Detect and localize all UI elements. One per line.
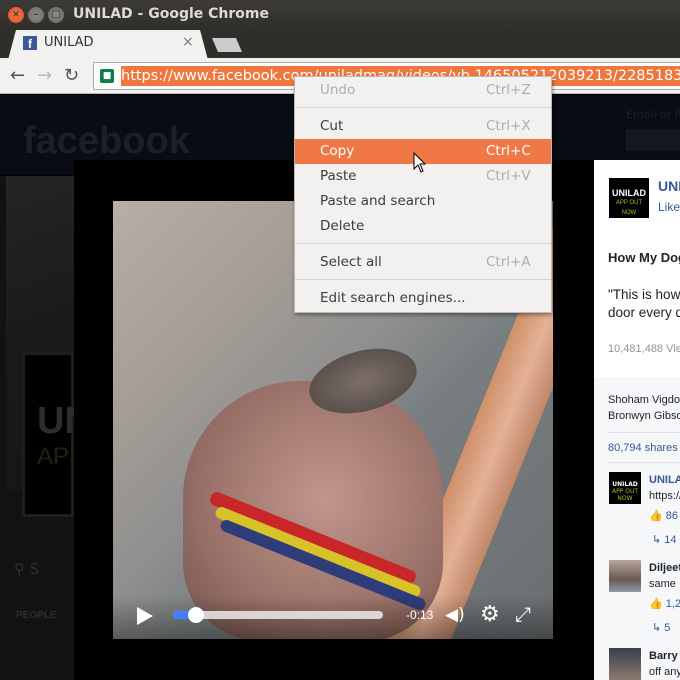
divider: [608, 462, 680, 463]
menu-item-select-all[interactable]: Select all Ctrl+A: [295, 250, 551, 275]
tab-strip: f UNILAD ×: [0, 30, 680, 60]
video-title: How My Dog Opens The Door: [608, 250, 680, 265]
reply-arrow-icon: ↳: [652, 534, 662, 546]
close-icon: ×: [11, 9, 21, 20]
menu-shortcut: Ctrl+C: [486, 143, 531, 159]
comment-replies[interactable]: ↳ 14: [652, 533, 677, 546]
avatar-text: UNILAD: [612, 188, 646, 198]
menu-label: Copy: [320, 143, 355, 159]
menu-label: Select all: [320, 254, 382, 270]
time-remaining: -0:13: [406, 608, 434, 622]
liker-name[interactable]: Shoham Vigdor: [608, 392, 680, 408]
menu-item-undo[interactable]: Undo Ctrl+Z: [295, 78, 551, 103]
tab-close-icon[interactable]: ×: [182, 34, 194, 50]
thumbs-up-icon: 👍: [649, 510, 663, 522]
window-maximize-button[interactable]: □: [48, 7, 64, 23]
menu-shortcut: Ctrl+A: [486, 254, 531, 270]
comment-text: off any: [649, 666, 680, 678]
menu-label: Paste and search: [320, 193, 436, 209]
people-label: PEOPLE: [16, 610, 57, 621]
tab-label: UNILAD: [44, 35, 94, 50]
page-profile-picture: UN APP: [22, 352, 92, 517]
minimize-icon: –: [33, 9, 39, 20]
settings-icon[interactable]: ⚙: [480, 602, 500, 627]
page-name-link[interactable]: UNILAD: [658, 178, 680, 194]
menu-item-cut[interactable]: Cut Ctrl+X: [295, 114, 551, 139]
menu-label: Edit search engines...: [320, 290, 466, 306]
fullscreen-icon[interactable]: ⤢: [515, 602, 531, 626]
comment-likes[interactable]: 👍 1,2: [649, 597, 680, 610]
email-field[interactable]: [626, 129, 680, 151]
comment-avatar[interactable]: [609, 648, 641, 680]
facebook-logo: facebook: [23, 120, 190, 162]
forward-icon[interactable]: →: [37, 65, 52, 86]
menu-item-paste-and-search[interactable]: Paste and search: [295, 189, 551, 214]
comment-author[interactable]: UNILAD: [649, 474, 680, 486]
window-minimize-button[interactable]: –: [28, 7, 44, 23]
like-page-link[interactable]: Like: [658, 200, 680, 214]
reply-arrow-icon: ↳: [652, 622, 662, 634]
menu-shortcut: Ctrl+V: [486, 168, 531, 184]
menu-label: Undo: [320, 82, 356, 98]
avatar-subtext: APP OUT NOW: [615, 200, 643, 216]
maximize-icon: □: [51, 9, 61, 20]
window-close-button[interactable]: ×: [8, 7, 24, 23]
liker-name[interactable]: Bronwyn Gibson: [608, 408, 680, 424]
comment-avatar[interactable]: [609, 560, 641, 592]
lock-icon: ■: [100, 69, 114, 83]
menu-label: Paste: [320, 168, 357, 184]
comment-avatar[interactable]: UNILAD APP OUT NOW: [609, 472, 641, 504]
title-bar: × – □ UNILAD - Google Chrome: [0, 0, 680, 30]
menu-separator: [295, 279, 551, 280]
reload-icon[interactable]: ↻: [64, 65, 79, 86]
menu-shortcut: Ctrl+X: [486, 118, 531, 134]
shares-link[interactable]: 80,794 shares: [608, 442, 678, 454]
seek-bar[interactable]: [173, 607, 383, 623]
new-tab-button[interactable]: [212, 38, 242, 52]
back-icon[interactable]: ←: [10, 65, 25, 86]
likes-count: 86: [665, 510, 679, 522]
comment-text[interactable]: https://: [649, 490, 680, 502]
comment-replies[interactable]: ↳ 5: [652, 621, 670, 634]
menu-item-delete[interactable]: Delete: [295, 214, 551, 239]
window-title: UNILAD - Google Chrome: [73, 6, 269, 22]
menu-separator: [295, 107, 551, 108]
menu-label: Delete: [320, 218, 365, 234]
menu-item-edit-search-engines[interactable]: Edit search engines...: [295, 286, 551, 311]
thumbs-up-icon: 👍: [649, 598, 663, 610]
comment-author[interactable]: Barry: [649, 650, 678, 662]
search-icon[interactable]: ⚲ S: [14, 560, 39, 578]
volume-icon[interactable]: ◀): [445, 605, 465, 625]
tab-unilad[interactable]: f UNILAD ×: [8, 30, 208, 60]
facebook-favicon-icon: f: [23, 36, 37, 51]
replies-count: 5: [664, 622, 671, 634]
menu-shortcut: Ctrl+Z: [486, 82, 531, 98]
mouse-cursor-icon: [413, 152, 427, 173]
video-description: "This is how my dog opens the door every…: [608, 287, 680, 320]
video-controls: -0:13 ◀) ⚙ ⤢: [113, 595, 553, 639]
video-sidebar: UNILAD APP OUT NOW UNILAD Like How My Dog…: [594, 160, 680, 680]
page-avatar[interactable]: UNILAD APP OUT NOW: [609, 178, 649, 218]
menu-separator: [295, 243, 551, 244]
email-label: Email or Phone: [626, 108, 680, 121]
comment-author[interactable]: Diljeet: [649, 562, 680, 574]
view-count: 10,481,488 Views: [608, 343, 680, 355]
seek-handle[interactable]: [188, 607, 205, 623]
menu-label: Cut: [320, 118, 344, 134]
comment-likes[interactable]: 👍 86: [649, 509, 678, 522]
search-placeholder: S: [29, 560, 40, 578]
likes-count: 1,2: [665, 598, 680, 610]
likers-list: Shoham Vigdor Bronwyn Gibson: [608, 392, 680, 424]
comment-text: same: [649, 578, 676, 590]
replies-count: 14: [664, 534, 677, 546]
context-menu: Undo Ctrl+Z Cut Ctrl+X Copy Ctrl+C Paste Ctr…: [294, 76, 552, 313]
play-icon[interactable]: [137, 607, 153, 625]
divider: [608, 432, 680, 433]
